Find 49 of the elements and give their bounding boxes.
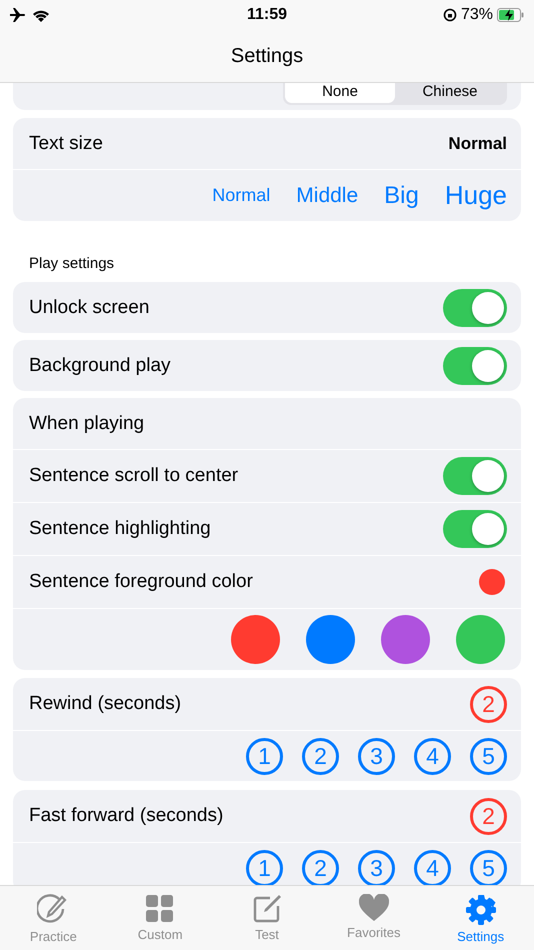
color-swatch[interactable] — [231, 615, 280, 664]
setting-label: When playing — [29, 412, 144, 434]
segment-option[interactable]: Chinese — [395, 83, 505, 103]
setting-label: Unlock screen — [29, 296, 150, 318]
screen-title: Settings — [230, 44, 304, 68]
setting-label: Sentence scroll to center — [29, 465, 238, 487]
text-size-option[interactable]: Middle — [296, 184, 358, 208]
seconds-option[interactable]: 3 — [358, 738, 395, 774]
toggle-switch[interactable] — [443, 346, 507, 384]
compose-icon — [252, 894, 282, 924]
battery-percent: 73% — [460, 6, 493, 24]
tab-item[interactable]: Custom — [106, 886, 214, 950]
setting-label: Rewind (seconds) — [29, 693, 182, 715]
setting-label: Sentence foreground color — [29, 571, 253, 593]
color-swatch[interactable] — [456, 615, 505, 664]
setting-label: Fast forward (seconds) — [29, 805, 224, 827]
text-size-option[interactable]: Huge — [444, 180, 507, 211]
seconds-option[interactable]: 1 — [246, 738, 283, 774]
toggle-switch[interactable] — [443, 288, 507, 326]
section-header: Play settings — [28, 254, 116, 274]
current-value: 2 — [470, 686, 507, 722]
settings-icon — [464, 894, 497, 926]
current-value: 2 — [470, 798, 507, 834]
grid-icon — [145, 894, 176, 924]
wifi-icon — [32, 8, 50, 22]
setting-label: Text size — [29, 132, 103, 154]
tab-item[interactable]: Favorites — [320, 886, 428, 950]
setting-value: Normal — [448, 134, 507, 154]
toggle-switch[interactable] — [443, 457, 507, 495]
tab-item[interactable]: Settings — [427, 886, 534, 950]
setting-label: Background play — [29, 354, 171, 376]
tab-item[interactable]: Practice — [0, 886, 107, 950]
seconds-option[interactable]: 2 — [302, 738, 339, 774]
rotation-lock-icon — [442, 8, 457, 22]
segment-option[interactable]: None — [285, 83, 395, 103]
seconds-option[interactable]: 5 — [470, 738, 507, 774]
segmented-control[interactable]: None Chinese — [283, 83, 507, 105]
text-size-option[interactable]: Big — [384, 182, 419, 210]
color-swatch[interactable] — [306, 615, 355, 664]
setting-label: Sentence highlighting — [29, 518, 211, 540]
airplane-icon — [10, 8, 26, 22]
toggle-switch[interactable] — [443, 510, 507, 548]
text-size-option[interactable]: Normal — [212, 185, 270, 206]
heart-icon — [358, 894, 389, 922]
seconds-option[interactable]: 4 — [414, 738, 451, 774]
color-swatch[interactable] — [381, 615, 430, 664]
clock-time: 11:59 — [246, 6, 288, 24]
battery-icon — [496, 8, 524, 22]
tab-item[interactable]: Test — [214, 886, 320, 950]
